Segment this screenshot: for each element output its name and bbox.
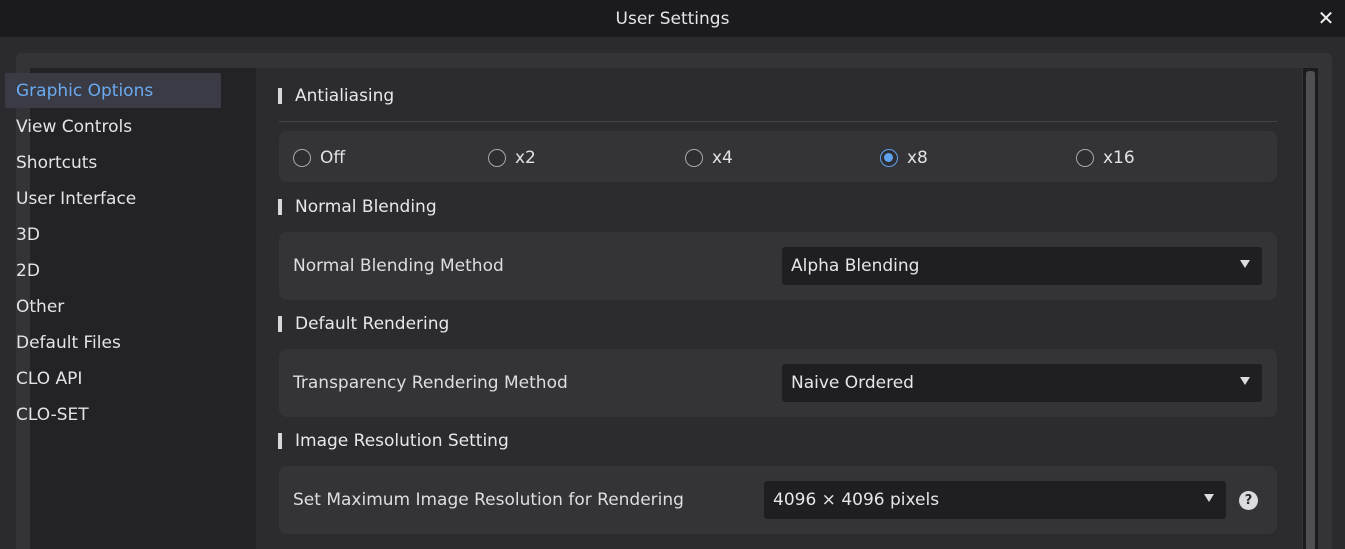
select-value: Alpha Blending bbox=[791, 256, 920, 276]
radio-label: Off bbox=[320, 148, 346, 168]
radio-label: x16 bbox=[1103, 148, 1135, 168]
radio-x8[interactable]: x8 bbox=[880, 148, 928, 168]
radio-circle[interactable] bbox=[293, 149, 311, 167]
section-title-normal-blending: Normal Blending bbox=[295, 197, 437, 217]
scrollbar-thumb[interactable] bbox=[1306, 71, 1315, 549]
section-title-antialiasing: Antialiasing bbox=[295, 86, 395, 106]
radio-off[interactable]: Off bbox=[293, 148, 345, 168]
normal-blending-label: Normal Blending Method bbox=[293, 256, 504, 276]
radio-circle[interactable] bbox=[488, 149, 506, 167]
chevron-down-icon[interactable] bbox=[1240, 260, 1250, 268]
radio-label: x8 bbox=[907, 148, 928, 168]
divider bbox=[279, 121, 1277, 122]
select-value: Naive Ordered bbox=[791, 373, 914, 393]
radio-circle[interactable] bbox=[880, 149, 898, 167]
radio-circle[interactable] bbox=[1076, 149, 1094, 167]
radio-x16[interactable]: x16 bbox=[1076, 148, 1135, 168]
title-bar: User Settings ✕ bbox=[0, 0, 1345, 37]
chevron-down-icon[interactable] bbox=[1204, 494, 1214, 502]
sidebar-item-2d[interactable]: 2D bbox=[5, 253, 221, 288]
sidebar-item-view-controls[interactable]: View Controls bbox=[5, 109, 221, 144]
section-antialiasing: Antialiasing bbox=[278, 85, 394, 107]
sidebar-item-3d[interactable]: 3D bbox=[5, 217, 221, 252]
sidebar-item-default-files[interactable]: Default Files bbox=[5, 325, 221, 360]
normal-blending-select[interactable]: Alpha Blending bbox=[782, 247, 1262, 285]
section-default-rendering: Default Rendering bbox=[278, 313, 449, 335]
radio-circle[interactable] bbox=[685, 149, 703, 167]
sidebar-item-graphic-options[interactable]: Graphic Options bbox=[5, 73, 221, 108]
radio-x2[interactable]: x2 bbox=[488, 148, 536, 168]
select-value: 4096 × 4096 pixels bbox=[773, 490, 940, 510]
close-icon[interactable]: ✕ bbox=[1315, 6, 1337, 30]
image-resolution-label: Set Maximum Image Resolution for Renderi… bbox=[293, 490, 684, 510]
window-title: User Settings bbox=[615, 8, 730, 29]
radio-label: x4 bbox=[712, 148, 733, 168]
sidebar-item-other[interactable]: Other bbox=[5, 289, 221, 324]
section-marker bbox=[278, 199, 282, 215]
section-marker bbox=[278, 88, 282, 104]
transparency-rendering-select[interactable]: Naive Ordered bbox=[782, 364, 1262, 402]
section-title-default-rendering: Default Rendering bbox=[295, 314, 450, 334]
sidebar-item-shortcuts[interactable]: Shortcuts bbox=[5, 145, 221, 180]
section-normal-blending: Normal Blending bbox=[278, 196, 437, 218]
section-marker bbox=[278, 433, 282, 449]
sidebar-item-clo-set[interactable]: CLO-SET bbox=[5, 397, 221, 432]
help-icon[interactable]: ? bbox=[1239, 491, 1258, 510]
chevron-down-icon[interactable] bbox=[1240, 377, 1250, 385]
radio-x4[interactable]: x4 bbox=[685, 148, 733, 168]
radio-label: x2 bbox=[515, 148, 536, 168]
transparency-rendering-label: Transparency Rendering Method bbox=[293, 373, 568, 393]
section-title-image-resolution: Image Resolution Setting bbox=[295, 431, 509, 451]
section-image-resolution: Image Resolution Setting bbox=[278, 430, 509, 452]
sidebar-item-clo-api[interactable]: CLO API bbox=[5, 361, 221, 396]
image-resolution-select[interactable]: 4096 × 4096 pixels bbox=[764, 481, 1226, 519]
section-marker bbox=[278, 316, 282, 332]
sidebar-item-user-interface[interactable]: User Interface bbox=[5, 181, 221, 216]
